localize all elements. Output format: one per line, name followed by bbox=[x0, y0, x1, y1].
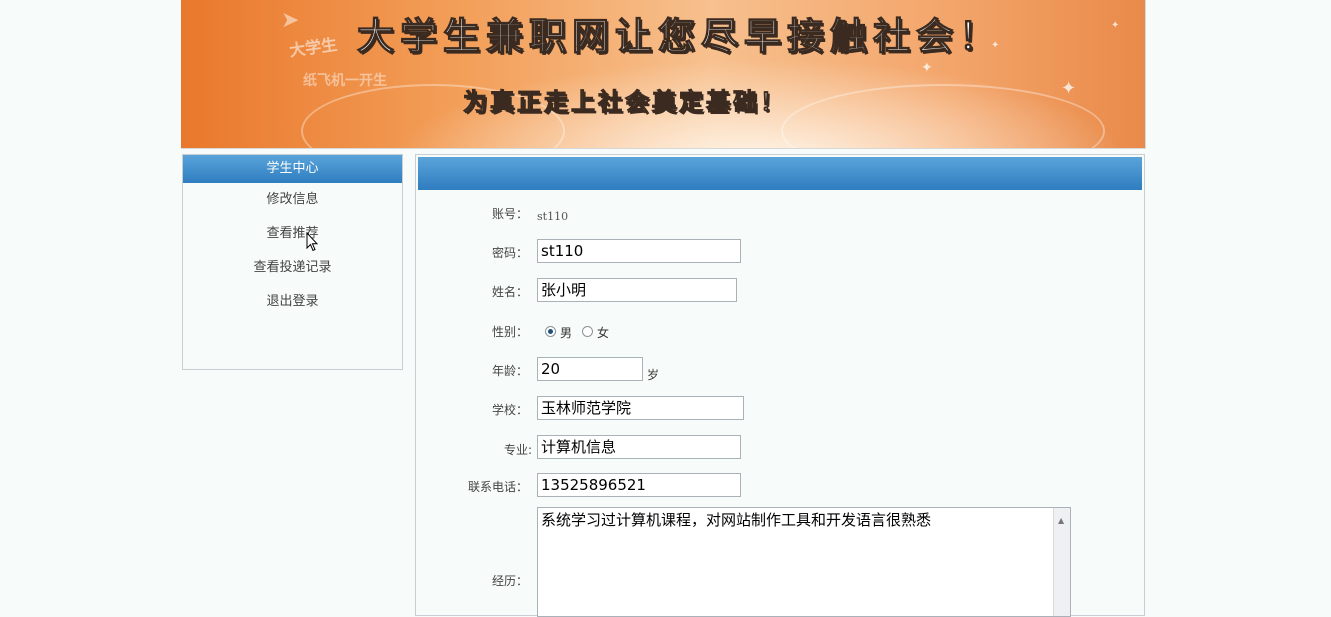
experience-label: 经历： bbox=[491, 574, 528, 588]
password-input[interactable]: st110 bbox=[537, 239, 741, 263]
gender-label: 性别： bbox=[491, 325, 528, 339]
scroll-up-arrow-icon[interactable]: ▲ bbox=[1058, 511, 1064, 531]
experience-text: 系统学习过计算机课程，对网站制作工具和开发语言很熟悉 bbox=[541, 511, 932, 529]
gender-female-label: 女 bbox=[597, 326, 610, 340]
account-label: 账号： bbox=[491, 207, 528, 221]
school-label: 学校： bbox=[491, 403, 528, 417]
sparkle-icon: ✦ bbox=[1061, 78, 1077, 99]
name-input[interactable]: 张小明 bbox=[537, 278, 737, 302]
banner-ghost-text: 大学生 bbox=[288, 34, 339, 61]
mouse-cursor-icon bbox=[306, 232, 318, 252]
school-input[interactable]: 玉林师范学院 bbox=[537, 396, 744, 420]
age-unit: 岁 bbox=[647, 368, 660, 382]
student-center-sidebar: 学生中心 修改信息 查看推荐 查看投递记录 退出登录 bbox=[182, 154, 403, 370]
gender-male-label: 男 bbox=[560, 326, 573, 340]
major-label: 专业: bbox=[503, 443, 532, 457]
password-label: 密码： bbox=[491, 246, 528, 260]
age-input[interactable]: 20 bbox=[537, 357, 643, 381]
phone-label: 联系电话： bbox=[467, 480, 528, 494]
sidebar-header: 学生中心 bbox=[183, 155, 402, 183]
sidebar-item-edit-info[interactable]: 修改信息 bbox=[183, 183, 402, 217]
site-banner: ✦ ✦ ✦ ✦ ➤ 大学生 纸飞机一开生 大学生兼职网让您尽早接触社会！ 为真正… bbox=[181, 0, 1146, 149]
account-value: st110 bbox=[537, 210, 569, 223]
banner-title: 大学生兼职网让您尽早接触社会！ bbox=[356, 14, 1002, 58]
gender-male-radio[interactable] bbox=[545, 326, 556, 337]
gender-female-radio[interactable] bbox=[582, 326, 593, 337]
major-input[interactable]: 计算机信息 bbox=[537, 435, 741, 459]
textarea-scrollbar[interactable]: ▲ bbox=[1053, 508, 1070, 616]
paper-plane-icon: ➤ bbox=[281, 8, 300, 33]
age-label: 年龄： bbox=[491, 364, 528, 378]
phone-input[interactable]: 13525896521 bbox=[537, 473, 741, 497]
name-label: 姓名： bbox=[491, 285, 528, 299]
banner-ghost-text: 纸飞机一开生 bbox=[303, 73, 387, 89]
banner-swirl-decoration bbox=[781, 84, 1105, 148]
sparkle-icon: ✦ bbox=[921, 60, 933, 76]
edit-info-panel: 账号： st110 密码： st110 姓名： 张小明 性别： 男 女 年龄： … bbox=[415, 154, 1145, 617]
panel-header-bar bbox=[418, 157, 1142, 190]
sidebar-item-logout[interactable]: 退出登录 bbox=[183, 285, 402, 319]
banner-subtitle: 为真正走上社会奠定基础！ bbox=[463, 88, 787, 117]
sparkle-icon: ✦ bbox=[1111, 20, 1120, 31]
sidebar-item-view-recommendations[interactable]: 查看推荐 bbox=[183, 217, 402, 251]
sidebar-item-view-application-records[interactable]: 查看投递记录 bbox=[183, 251, 402, 285]
